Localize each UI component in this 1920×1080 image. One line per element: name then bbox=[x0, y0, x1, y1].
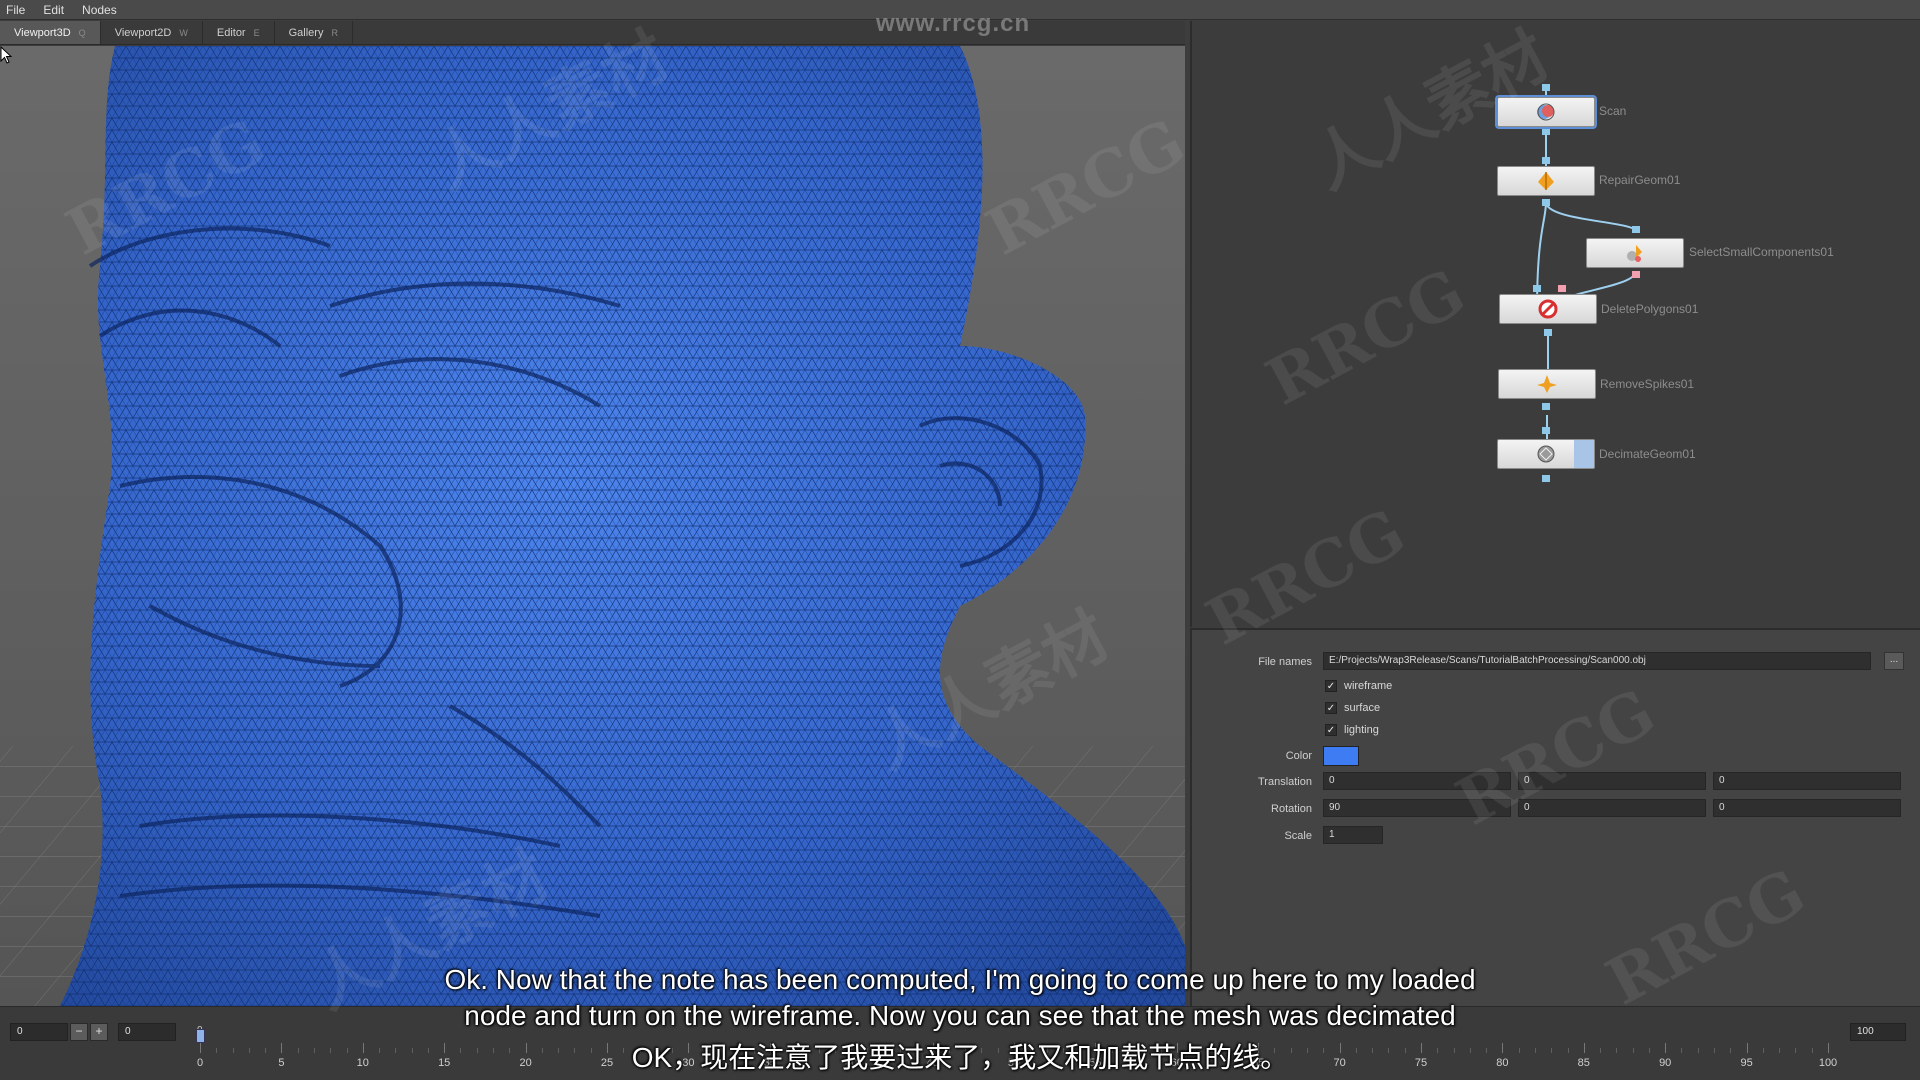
tab-viewport3d[interactable]: Viewport3D Q bbox=[0, 21, 101, 44]
wireframe-label: wireframe bbox=[1344, 680, 1393, 692]
mouse-cursor-icon bbox=[0, 46, 12, 64]
translation-label: Translation bbox=[1257, 776, 1312, 788]
node-label: Scan bbox=[1599, 104, 1627, 118]
tab-hotkey: R bbox=[331, 27, 338, 38]
node-removespikes01[interactable] bbox=[1498, 369, 1596, 399]
tab-gallery[interactable]: Gallery R bbox=[275, 21, 353, 44]
color-label: Color bbox=[1285, 750, 1312, 762]
scale-label: Scale bbox=[1284, 830, 1312, 842]
properties-panel: File names E:/Projects/Wrap3Release/Scan… bbox=[1190, 628, 1920, 1006]
surface-checkbox[interactable]: ✓ bbox=[1325, 702, 1337, 714]
translation-z-field[interactable]: 0 bbox=[1713, 772, 1901, 790]
watermark-url: www.rrcg.cn bbox=[876, 10, 1031, 37]
node-repairgeom01[interactable] bbox=[1497, 166, 1595, 196]
tab-editor[interactable]: Editor E bbox=[203, 21, 275, 44]
node-ports bbox=[1533, 84, 1640, 482]
scale-field[interactable]: 1 bbox=[1323, 826, 1383, 844]
menu-nodes[interactable]: Nodes bbox=[82, 3, 117, 17]
delete-polygons-icon bbox=[1538, 299, 1558, 319]
lighting-label: lighting bbox=[1344, 724, 1379, 736]
select-components-icon bbox=[1627, 245, 1642, 262]
rotation-label: Rotation bbox=[1271, 803, 1312, 815]
tab-hotkey: E bbox=[253, 27, 260, 38]
surface-label: surface bbox=[1344, 702, 1381, 714]
repair-icon bbox=[1538, 172, 1554, 190]
menu-file[interactable]: File bbox=[6, 3, 25, 17]
remove-spikes-icon bbox=[1537, 375, 1557, 393]
browse-button[interactable]: ... bbox=[1884, 652, 1904, 670]
subtitle-line-1: Ok. Now that the note has been computed,… bbox=[444, 964, 1476, 995]
node-deletepolygons01[interactable] bbox=[1499, 294, 1597, 324]
tab-label: Viewport3D bbox=[14, 26, 71, 39]
wireframe-checkbox[interactable]: ✓ bbox=[1325, 680, 1337, 692]
color-swatch[interactable] bbox=[1323, 746, 1359, 766]
node-visibility-toggle[interactable] bbox=[1574, 440, 1594, 468]
subtitle-line-2: node and turn on the wireframe. Now you … bbox=[464, 1000, 1456, 1031]
subtitle-line-3: OK，现在注意了我要过来了，我又和加载节点的线。 bbox=[631, 1042, 1289, 1073]
node-label: DecimateGeom01 bbox=[1599, 447, 1696, 461]
node-label: DeletePolygons01 bbox=[1601, 302, 1699, 316]
menu-edit[interactable]: Edit bbox=[43, 3, 64, 17]
tab-hotkey: Q bbox=[78, 27, 86, 38]
node-label: RemoveSpikes01 bbox=[1600, 377, 1695, 391]
node-label: SelectSmallComponents01 bbox=[1689, 245, 1834, 259]
tab-hotkey: W bbox=[179, 27, 188, 38]
tab-label: Gallery bbox=[288, 26, 324, 39]
node-selectsmallcomponents01[interactable] bbox=[1586, 238, 1684, 268]
tab-viewport2d[interactable]: Viewport2D W bbox=[101, 21, 203, 44]
file-names-field[interactable]: E:/Projects/Wrap3Release/Scans/TutorialB… bbox=[1323, 652, 1871, 670]
tab-label: Editor bbox=[216, 26, 246, 39]
file-names-label: File names bbox=[1258, 656, 1312, 668]
node-graph[interactable]: Scan RepairGeom01 SelectSmallComponents0… bbox=[1190, 21, 1920, 627]
rotation-z-field[interactable]: 0 bbox=[1713, 799, 1901, 817]
scan-icon bbox=[1537, 103, 1555, 121]
decimate-icon bbox=[1537, 445, 1555, 463]
tab-label: Viewport2D bbox=[114, 26, 172, 39]
lighting-checkbox[interactable]: ✓ bbox=[1325, 724, 1337, 736]
node-decimategeom01[interactable] bbox=[1497, 439, 1595, 469]
node-label: RepairGeom01 bbox=[1599, 173, 1681, 187]
